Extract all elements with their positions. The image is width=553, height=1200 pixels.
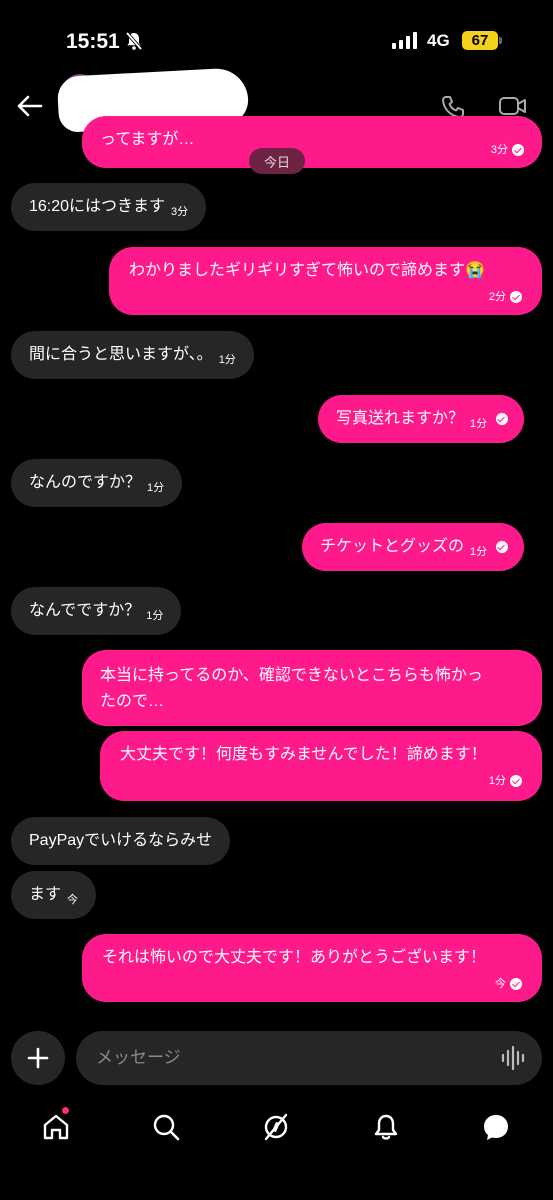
- explore-icon[interactable]: [261, 1112, 291, 1142]
- message-bubble-outgoing[interactable]: チケットとグッズの 1分: [302, 523, 524, 571]
- message-text: ます: [29, 886, 62, 903]
- message-time: 1分: [147, 482, 165, 494]
- message-text: 写真送れますか？: [336, 410, 465, 427]
- message-text: わかりましたギリギリすぎて怖いので諦めます😭: [129, 262, 485, 279]
- clock: 15:51: [66, 30, 120, 53]
- voice-wave-icon[interactable]: [500, 1045, 528, 1071]
- read-check-icon: [495, 413, 508, 425]
- message-bubble-incoming[interactable]: なんでですか？ 1分: [11, 587, 182, 635]
- battery-tip: [499, 37, 502, 44]
- message-bubble-outgoing[interactable]: 大丈夫です！何度もすみませんでした！諦めます！ 1分: [100, 731, 542, 801]
- message-bubble-outgoing[interactable]: 写真送れますか？ 1分: [318, 395, 524, 443]
- date-divider: 今日: [249, 148, 305, 174]
- bell-off-icon: [125, 31, 143, 51]
- message-text: 間に合うと思いますが、。: [29, 346, 213, 363]
- message-text: PayPayでいけるならみせ: [29, 832, 213, 849]
- message-text: チケットとグッズの: [320, 538, 465, 555]
- message-bubble-outgoing[interactable]: ってますが… 3分: [82, 116, 542, 168]
- message-text: ってますが…: [100, 131, 195, 148]
- message-bubble-outgoing[interactable]: それは怖いので大丈夫です！ありがとうございます！ 今: [82, 934, 542, 1002]
- message-text: なんのですか？: [29, 474, 142, 491]
- message-time: 3分: [490, 144, 508, 156]
- plus-icon: [27, 1047, 49, 1069]
- bottom-tab-bar: [0, 1100, 553, 1200]
- battery-icon: 67: [462, 31, 498, 50]
- message-bubble-incoming[interactable]: 16:20にはつきます 3分: [11, 183, 207, 231]
- message-text: 16:20にはつきます: [29, 198, 166, 215]
- message-bubble-incoming[interactable]: ます今: [11, 871, 97, 919]
- message-time: 今: [67, 894, 79, 906]
- arrow-left-icon[interactable]: [16, 94, 44, 118]
- message-bubble-incoming[interactable]: PayPayでいけるならみせ: [11, 817, 231, 865]
- message-bubble-incoming[interactable]: 間に合うと思いますが、。 1分: [11, 331, 254, 379]
- message-composer: [0, 1031, 553, 1087]
- read-check-icon: [510, 291, 522, 303]
- message-time: 今: [495, 978, 506, 990]
- notifications-icon[interactable]: [371, 1112, 401, 1142]
- read-check-icon: [510, 775, 522, 787]
- message-time: 1分: [488, 775, 506, 787]
- messages-icon[interactable]: [481, 1112, 511, 1142]
- message-time: 3分: [171, 206, 189, 218]
- message-bubble-incoming[interactable]: なんのですか？ 1分: [11, 459, 183, 507]
- message-text: それは怖いので大丈夫です！ありがとうございます！: [102, 949, 487, 966]
- status-bar: 15:51 4G 67: [0, 0, 553, 80]
- message-text: 大丈夫です！何度もすみませんでした！諦めます！: [120, 746, 487, 763]
- network-type: 4G: [427, 31, 450, 50]
- message-bubble-outgoing[interactable]: わかりましたギリギリすぎて怖いので諦めます😭 2分: [109, 247, 542, 315]
- read-check-icon: [512, 144, 524, 156]
- search-icon[interactable]: [151, 1112, 181, 1142]
- add-attachment-button[interactable]: [11, 1031, 65, 1085]
- message-input[interactable]: [76, 1031, 542, 1085]
- message-time: 1分: [470, 418, 488, 430]
- notification-badge: [62, 1107, 69, 1114]
- message-time: 2分: [488, 291, 506, 303]
- video-camera-icon[interactable]: [498, 94, 528, 118]
- message-time: 1分: [218, 354, 236, 366]
- message-list[interactable]: ってますが… 3分 今日 16:20にはつきます 3分 わかりましたギリギリすぎて…: [0, 116, 553, 1030]
- message-text: なんでですか？: [29, 602, 141, 619]
- message-time: 1分: [470, 546, 488, 558]
- home-icon[interactable]: [41, 1112, 71, 1142]
- message-time: 1分: [146, 610, 164, 622]
- message-text-line: 本当に持ってるのか、確認できないとこちらも怖かっ: [100, 667, 483, 684]
- message-text-line: たので…: [100, 693, 165, 710]
- read-check-icon: [510, 978, 522, 990]
- read-check-icon: [495, 541, 508, 553]
- message-bubble-outgoing[interactable]: 本当に持ってるのか、確認できないとこちらも怖かっ たので…: [82, 650, 542, 726]
- signal-icon: [392, 32, 417, 49]
